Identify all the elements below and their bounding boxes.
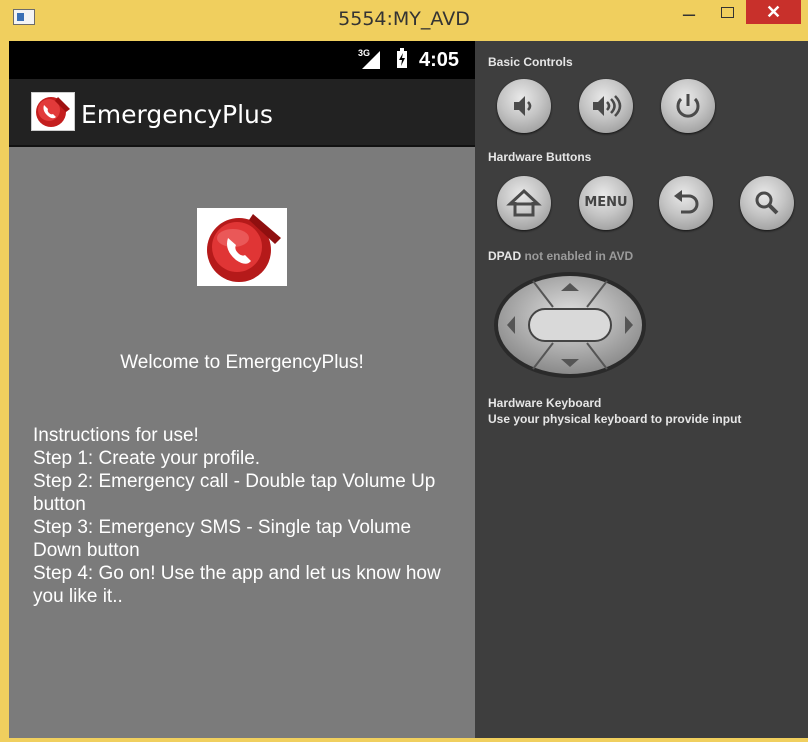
maximize-icon	[721, 7, 734, 18]
status-clock: 4:05	[419, 49, 460, 71]
basic-controls-heading: Basic Controls	[488, 55, 573, 69]
dpad-title: DPAD	[488, 249, 522, 263]
maximize-button[interactable]	[713, 2, 739, 22]
instruction-line: Step 4: Go on! Use the app and let us kn…	[33, 563, 441, 607]
volume-up-icon	[593, 95, 622, 117]
app-logo-icon[interactable]	[31, 92, 75, 131]
instruction-line: Step 1: Create your profile.	[33, 448, 261, 469]
dpad-control[interactable]	[493, 271, 647, 379]
instruction-line: Instructions for use!	[33, 425, 199, 446]
menu-button[interactable]: MENU	[579, 176, 633, 230]
instruction-line: Step 3: Emergency SMS - Single tap Volum…	[33, 517, 412, 561]
app-title: EmergencyPlus	[81, 100, 273, 129]
hardware-keyboard-note: Use your physical keyboard to provide in…	[488, 412, 742, 426]
dpad-heading: DPAD not enabled in AVD	[488, 249, 633, 263]
welcome-text: Welcome to EmergencyPlus!	[120, 352, 364, 373]
search-icon	[755, 191, 779, 215]
emulator-screen[interactable]: 3G 4:05 EmergencyPlus Welcome to Emergen…	[9, 41, 475, 738]
power-button[interactable]	[661, 79, 715, 133]
signal-icon	[362, 51, 380, 69]
volume-down-button[interactable]	[497, 79, 551, 133]
close-button[interactable]: ✕	[746, 0, 801, 24]
volume-up-button[interactable]	[579, 79, 633, 133]
home-button[interactable]	[497, 176, 551, 230]
volume-down-icon	[514, 96, 532, 116]
action-bar: EmergencyPlus	[9, 79, 475, 147]
search-button[interactable]	[740, 176, 794, 230]
back-icon	[674, 190, 699, 214]
home-icon	[506, 188, 542, 217]
menu-button-label: MENU	[584, 195, 628, 210]
window-bottom-border	[0, 738, 808, 742]
dpad-note: not enabled in AVD	[524, 249, 634, 263]
window-titlebar: 5554:MY_AVD – ✕	[0, 0, 808, 40]
emulator-controls-panel: Basic Controls Hardware Buttons MENU DPA…	[475, 41, 808, 738]
minimize-button[interactable]: –	[676, 3, 702, 28]
app-logo-large-icon	[197, 208, 287, 286]
instruction-line: Step 2: Emergency call - Double tap Volu…	[33, 471, 436, 515]
battery-icon	[397, 48, 407, 68]
dpad-icon	[494, 272, 646, 378]
power-icon	[676, 94, 700, 118]
back-button[interactable]	[659, 176, 713, 230]
app-content: Welcome to EmergencyPlus! Instructions f…	[9, 147, 475, 738]
hardware-keyboard-section: Hardware Keyboard Use your physical keyb…	[488, 395, 741, 427]
hardware-buttons-heading: Hardware Buttons	[488, 150, 592, 164]
instructions-block: Instructions for use! Step 1: Create you…	[33, 424, 463, 608]
hardware-keyboard-heading: Hardware Keyboard	[488, 396, 602, 410]
android-status-bar: 3G 4:05	[9, 41, 475, 79]
